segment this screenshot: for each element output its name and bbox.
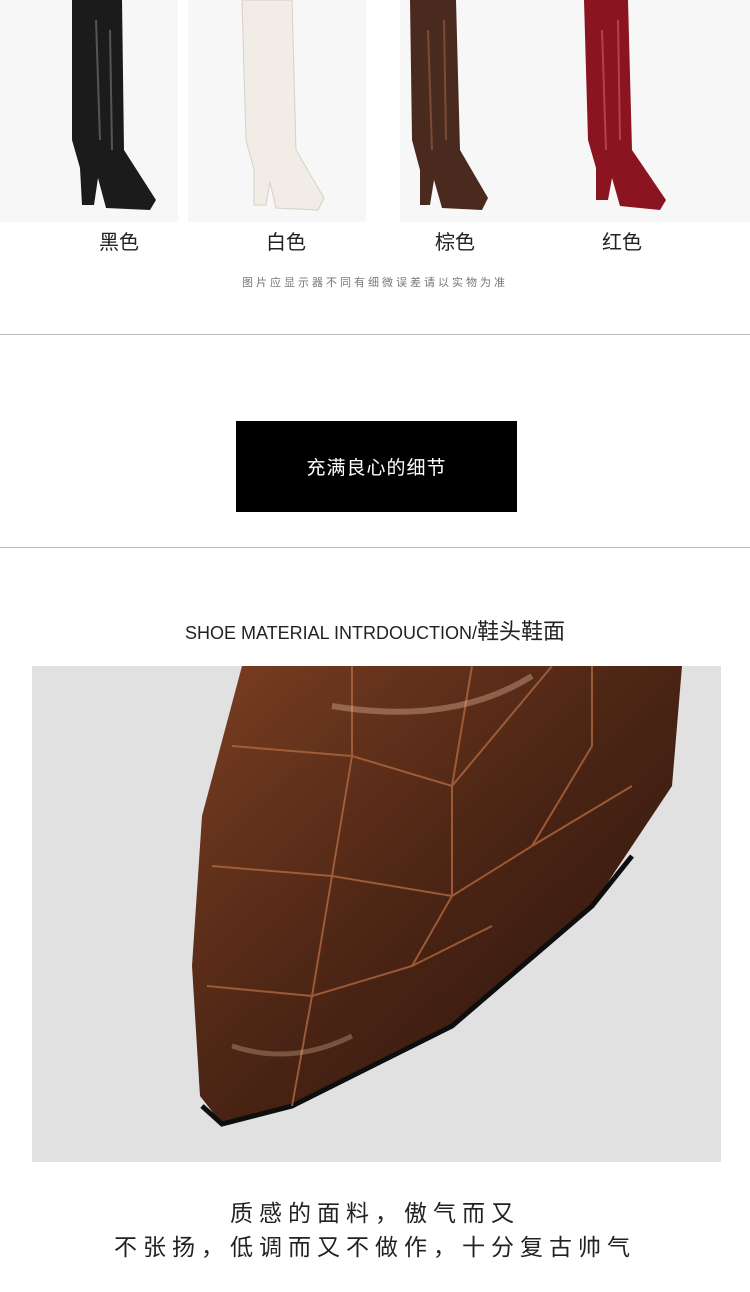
boot-image-white: [241, 0, 325, 211]
divider-top: [0, 334, 750, 335]
boot-image-brown: [410, 0, 488, 210]
color-label-white: 白色: [266, 230, 306, 254]
details-banner-text: 充满良心的细节: [306, 457, 447, 479]
swatch-white-boot[interactable]: [188, 0, 366, 222]
swatch-red-boot[interactable]: [578, 0, 750, 222]
color-swatch-row: [0, 0, 750, 225]
boot-image-red: [584, 0, 666, 210]
material-section-title: SHOE MATERIAL INTRDOUCTION/鞋头鞋面: [0, 614, 750, 646]
material-title-en: SHOE MATERIAL INTRDOUCTION/: [184, 623, 477, 643]
swatch-black-boot[interactable]: [0, 0, 178, 222]
divider-middle: [0, 547, 750, 548]
color-label-red: 红色: [602, 230, 642, 254]
color-disclaimer: 图片应显示器不同有细微误差请以实物为准: [242, 276, 508, 289]
details-banner: 充满良心的细节: [236, 421, 517, 512]
color-label-black: 黑色: [99, 230, 139, 254]
caption-line-1: 质感的面料，傲气而又: [230, 1201, 520, 1227]
swatch-brown-boot[interactable]: [400, 0, 578, 222]
material-title-cn: 鞋头鞋面: [477, 620, 566, 645]
boot-image-black: [72, 0, 156, 210]
color-label-brown: 棕色: [435, 230, 475, 254]
leather-toe-image: [192, 666, 682, 1127]
toe-closeup-photo: [32, 666, 721, 1162]
caption-line-2: 不张扬，低调而又不做作，十分复古帅气: [114, 1235, 636, 1261]
